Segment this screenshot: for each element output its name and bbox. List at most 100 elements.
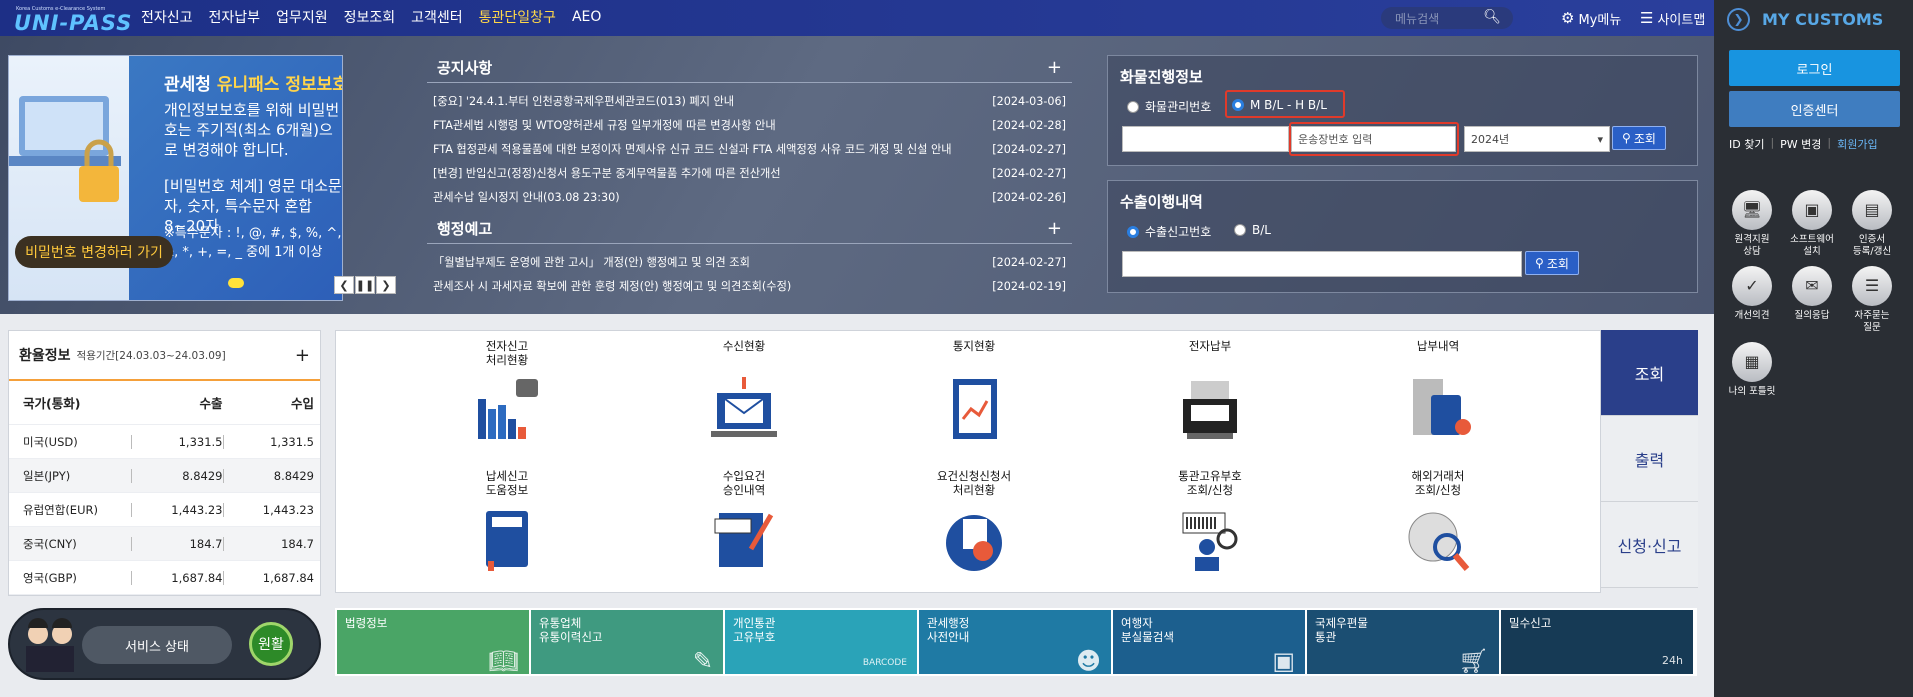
mbl-input[interactable] — [1122, 126, 1289, 152]
notice-row[interactable]: FTA 협정관세 적용물품에 대한 보정이자 면제사유 신규 코드 신설과 FT… — [427, 137, 1072, 161]
search-icon: ⚲ — [1535, 256, 1544, 270]
intl-mail-link[interactable]: 국제우편물 통관 🛒︎ — [1307, 610, 1499, 674]
chevron-right-icon[interactable]: ❯ — [1727, 7, 1750, 31]
tab-application[interactable]: 신청·신고 — [1601, 502, 1698, 588]
menu-e-declaration[interactable]: 전자신고 — [141, 7, 193, 27]
remote-support-item[interactable]: 🖥︎ 원격지원 상담 — [1722, 190, 1782, 258]
table-row: 일본(JPY) 8.8429 8.8429 — [9, 459, 320, 493]
export-decl-radio[interactable]: 수출신고번호 — [1127, 223, 1211, 240]
tab-inquiry[interactable]: 조회 — [1601, 330, 1698, 416]
banner-pager-dot[interactable] — [228, 278, 244, 288]
chevron-right-icon[interactable]: ❯ — [376, 276, 396, 294]
account-links: ID 찾기 | PW 변경 | 회원가입 — [1729, 136, 1878, 152]
banner-text: 개인정보보호를 위해 비밀번호는 주기적(최소 6개월)으로 변경해야 합니다. — [164, 101, 340, 159]
legal-info-link[interactable]: 법령정보 📖︎ — [337, 610, 529, 674]
highlight-box — [1225, 90, 1345, 118]
bar-chart-icon — [474, 375, 540, 445]
software-install-item[interactable]: ▣ 소프트웨어 설치 — [1782, 190, 1842, 258]
software-install-label: 소프트웨어 설치 — [1790, 234, 1834, 257]
cert-center-button[interactable]: 인증센터 — [1729, 91, 1900, 127]
requirement-status-item[interactable]: 요건신청신청서 처리현황 — [924, 469, 1024, 575]
notice-row[interactable]: [변경] 반입신고(정정)신청서 용도구분 중계무역물품 추가에 따른 전산개선… — [427, 161, 1072, 185]
customs-guide-link[interactable]: 관세행정 사전안내 ☻ — [919, 610, 1111, 674]
payment-history-item[interactable]: 납부내역 — [1388, 339, 1488, 445]
globe-search-icon — [1405, 505, 1471, 575]
exchange-rate-panel: 환율정보 적용기간[24.03.03~24.03.09] + 국가(통화) 수출 수… — [8, 330, 321, 596]
plus-icon[interactable]: + — [1047, 57, 1062, 78]
notice-row[interactable]: 관세수납 일시정지 안내(03.08 23:30) [2024-02-26] — [427, 185, 1072, 209]
overseas-partner-item[interactable]: 해외거래처 조회/신청 — [1388, 469, 1488, 575]
barcode-person-icon — [1177, 505, 1243, 575]
qna-item[interactable]: ✉ 질의응답 — [1782, 266, 1842, 334]
menu-search-input[interactable]: 메뉴검색 🔍︎ — [1381, 7, 1513, 29]
menu-info-inquiry[interactable]: 정보조회 — [344, 7, 396, 27]
menu-customer-center[interactable]: 고객센터 — [411, 7, 463, 27]
id-find-link[interactable]: ID 찾기 — [1729, 136, 1764, 152]
chevron-left-icon[interactable]: ❮ — [334, 276, 354, 294]
menu-single-window[interactable]: 통관단일창구 — [479, 7, 556, 27]
personal-customs-code-link[interactable]: 개인통관 고유부호 BARCODE — [725, 610, 917, 674]
distribution-report-link[interactable]: 유통업체 유통이력신고 ✎ — [531, 610, 723, 674]
radio-icon — [1234, 224, 1246, 236]
notice-row[interactable]: FTA관세법 시행령 및 WTO양허관세 규정 일부개정에 따른 변경사항 안내… — [427, 113, 1072, 137]
book-icon: 📖︎ — [488, 647, 519, 675]
lost-items-link[interactable]: 여행자 분실물검색 ▣ — [1113, 610, 1305, 674]
e-payment-item[interactable]: 전자납부 — [1160, 339, 1260, 445]
export-search-button[interactable]: ⚲ 조회 — [1525, 251, 1579, 275]
certificate-item[interactable]: ▤ 인증서 등록/갱신 — [1842, 190, 1902, 258]
banner-title: 관세청 유니패스 정보보호 캠페인 — [164, 75, 343, 95]
notification-status-item[interactable]: 통지현황 — [924, 339, 1024, 445]
menu-e-payment[interactable]: 전자납부 — [209, 7, 261, 27]
plus-icon[interactable]: + — [1047, 218, 1062, 239]
cargo-mgmt-radio[interactable]: 화물관리번호 — [1127, 98, 1211, 115]
banner-special-chars: ※특수문자 : !, @, #, $, %, ^, &, *, +, =, _ … — [164, 226, 342, 260]
check-icon: ✓ — [1732, 266, 1772, 306]
unipass-logo[interactable]: Korea Customs e-Clearance System UNI-PAS… — [14, 6, 131, 35]
menu-business-support[interactable]: 업무지원 — [276, 7, 328, 27]
main-menu: 전자신고 전자납부 업무지원 정보조회 고객센터 통관단일창구 AEO — [141, 0, 601, 34]
security-campaign-banner[interactable]: 관세청 유니패스 정보보호 캠페인 개인정보보호를 위해 비밀번호는 주기적(최… — [8, 55, 343, 301]
feedback-item[interactable]: ✓ 개선의견 — [1722, 266, 1782, 334]
phone-24h-icon: 24h — [1662, 654, 1683, 667]
quick-link-bands: 법령정보 📖︎ 유통업체 유통이력신고 ✎ 개인통관 고유부호 BARCODE 관세행… — [335, 608, 1697, 676]
menu-aeo[interactable]: AEO — [572, 9, 601, 25]
my-customs-header: ❯ MY CUSTOMS — [1714, 0, 1913, 38]
feedback-label: 개선의견 — [1734, 310, 1770, 321]
search-icon[interactable]: 🔍︎ — [1483, 9, 1501, 25]
certificate-icon: ▤ — [1852, 190, 1892, 230]
pw-change-link[interactable]: PW 변경 — [1780, 136, 1821, 152]
top-navigation-bar: Korea Customs e-Clearance System UNI-PAS… — [0, 0, 1714, 36]
qna-label: 질의응답 — [1794, 310, 1830, 321]
smuggling-report-link[interactable]: 밀수신고 24h — [1501, 610, 1693, 674]
year-select[interactable]: 2024년 ▾ — [1464, 126, 1610, 152]
faq-item[interactable]: ☰ 자주묻는 질문 — [1842, 266, 1902, 334]
my-customs-title: MY CUSTOMS — [1762, 9, 1884, 29]
join-link[interactable]: 회원가입 — [1837, 136, 1877, 152]
import-approval-item[interactable]: 수입요건 승인내역 — [694, 469, 794, 575]
quick-service-icons: 🖥︎ 원격지원 상담 ▣ 소프트웨어 설치 ▤ 인증서 등록/갱신 ✓ 개선의견 ✉ 질의… — [1722, 190, 1908, 398]
barcode-icon: BARCODE — [862, 658, 907, 668]
divider: | — [1827, 136, 1832, 149]
admin-notice-row[interactable]: 관세조사 시 과세자료 확보에 관한 훈령 제정(안) 행정예고 및 의견조회(… — [427, 274, 1072, 298]
customs-id-item[interactable]: 통관고유부호 조회/신청 — [1160, 469, 1260, 575]
pause-icon[interactable]: ❚❚ — [355, 276, 375, 294]
export-number-input[interactable] — [1122, 251, 1522, 277]
notice-row[interactable]: [중요] '24.4.1.부터 인천공항국제우편세관코드(013) 폐지 안내[… — [427, 89, 1072, 113]
plus-icon[interactable]: + — [295, 345, 310, 366]
service-grid: 전자신고 처리현황 수신현황 통지현황 전자납부 납부내역 납세신고 도움정보 … — [335, 330, 1601, 593]
bl-radio[interactable]: B/L — [1234, 223, 1271, 237]
login-button[interactable]: 로그인 — [1729, 50, 1900, 86]
service-tabs: 조회 출력 신청·신고 — [1601, 330, 1698, 593]
e-decl-status-item[interactable]: 전자신고 처리현황 — [457, 339, 557, 445]
my-portlet-item[interactable]: ▦ 나의 포틀릿 — [1722, 342, 1782, 398]
my-menu-link[interactable]: ⚙ My메뉴 — [1561, 0, 1621, 36]
tax-help-item[interactable]: 납세신고 도움정보 — [457, 469, 557, 575]
admin-notice-row[interactable]: 「월별납부제도 운영에 관한 고시」 개정(안) 행정예고 및 의견 조회 [20… — [427, 250, 1072, 274]
notice-title: 공지사항 — [437, 59, 493, 77]
receipt-status-item[interactable]: 수신현황 — [694, 339, 794, 445]
cargo-search-button[interactable]: ⚲ 조회 — [1612, 126, 1666, 150]
sitemap-link[interactable]: ☰ 사이트맵 — [1640, 0, 1705, 36]
change-password-button[interactable]: 비밀번호 변경하러 가기 — [15, 236, 173, 268]
import-doc-icon — [711, 505, 777, 575]
tab-print[interactable]: 출력 — [1601, 416, 1698, 502]
